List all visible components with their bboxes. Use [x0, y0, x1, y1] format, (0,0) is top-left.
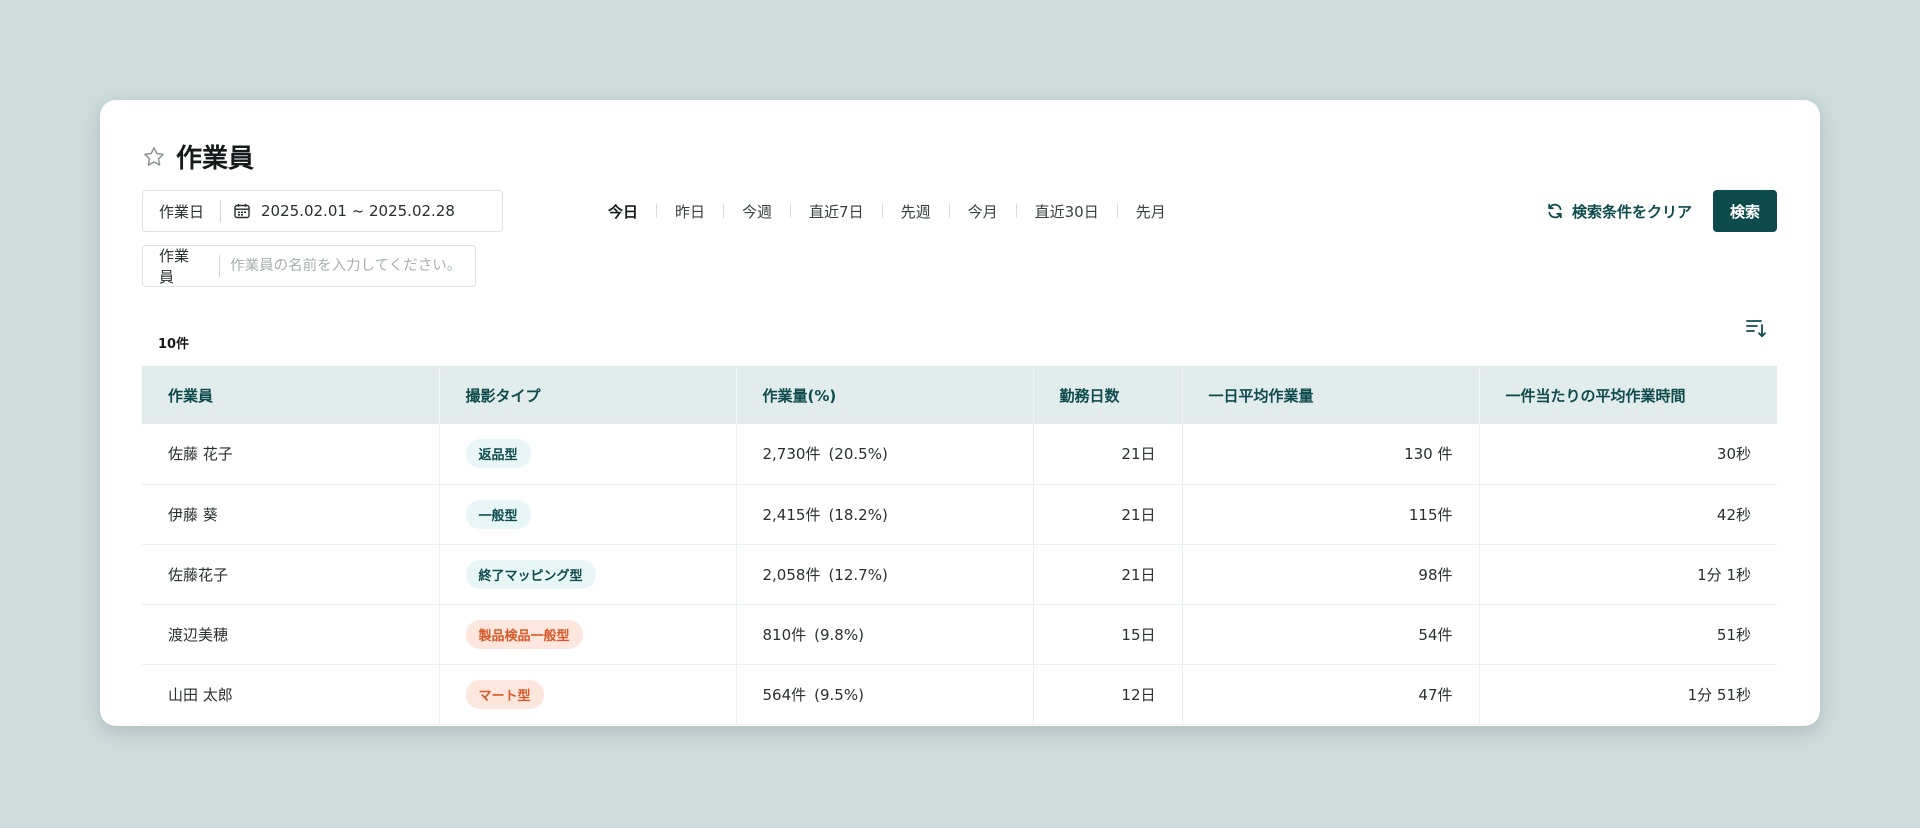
work-volume-value: 564件 [762, 685, 807, 704]
date-filter-label: 作業日 [159, 202, 205, 221]
cell-daily-average: 130 件 [1182, 424, 1480, 485]
cell-work-volume: 2,730件 (20.5%) [736, 424, 1034, 485]
work-volume-percent: (18.2%) [828, 505, 888, 524]
cell-work-days: 12日 [1033, 664, 1183, 725]
worker-filter-label: 作業員 [159, 247, 190, 286]
date-filter[interactable]: 作業日 2025.02.01 ~ 2025.02.28 [142, 190, 503, 232]
cell-work-days: 15日 [1033, 604, 1183, 665]
cell-capture-type: 一般型 [439, 484, 737, 545]
clear-filters-button[interactable]: 検索条件をクリア [1546, 190, 1692, 232]
cell-capture-type: 終了マッピング型 [439, 544, 737, 605]
cell-work-days: 21日 [1033, 424, 1183, 485]
date-range-value[interactable]: 2025.02.01 ~ 2025.02.28 [261, 202, 455, 220]
workers-panel: 作業員 作業日 2025.02.01 ~ 2025.02.28 今日 昨日 今週… [100, 100, 1820, 726]
cell-average-time: 51秒 [1479, 604, 1777, 665]
worker-name-input[interactable] [230, 258, 475, 274]
range-this-week[interactable]: 今週 [724, 201, 790, 222]
cell-capture-type: 製品検品一般型 [439, 604, 737, 665]
cell-worker-name: 山田 太郎 [142, 664, 440, 725]
cell-daily-average: 115件 [1182, 484, 1480, 545]
work-volume-percent: (9.8%) [814, 625, 864, 644]
work-volume-value: 2,415件 [762, 505, 821, 524]
capture-type-badge: マート型 [465, 679, 544, 709]
cell-average-time: 1分 1秒 [1479, 544, 1777, 605]
range-last-30-days[interactable]: 直近30日 [1017, 201, 1117, 222]
work-volume-percent: (9.5%) [814, 685, 864, 704]
column-header-capture-type[interactable]: 撮影タイプ [439, 366, 737, 424]
title-row: 作業員 [142, 138, 254, 175]
cell-daily-average: 98件 [1182, 544, 1480, 605]
table-row[interactable]: 佐藤花子 終了マッピング型 2,058件 (12.7%) 21日 98件 1分 1… [142, 544, 1777, 605]
column-header-average-time[interactable]: 一件当たりの平均作業時間 [1479, 366, 1777, 424]
range-last-month[interactable]: 先月 [1118, 201, 1184, 222]
capture-type-badge: 一般型 [465, 499, 531, 529]
work-volume-value: 2,058件 [762, 565, 821, 584]
result-count: 10件 [158, 337, 190, 352]
cell-daily-average: 47件 [1182, 664, 1480, 725]
cell-average-time: 42秒 [1479, 484, 1777, 545]
table-row[interactable]: 佐藤 花子 返品型 2,730件 (20.5%) 21日 130 件 30秒 [142, 424, 1777, 485]
cell-capture-type: マート型 [439, 664, 737, 725]
cell-work-days: 21日 [1033, 484, 1183, 545]
capture-type-badge: 製品検品一般型 [465, 619, 583, 649]
cell-worker-name: 渡辺美穂 [142, 604, 440, 665]
cell-average-time: 30秒 [1479, 424, 1777, 485]
table-header-row: 作業員 撮影タイプ 作業量(%) 勤務日数 一日平均作業量 一件当たりの平均作業… [142, 366, 1777, 424]
range-yesterday[interactable]: 昨日 [657, 201, 723, 222]
page-title: 作業員 [176, 144, 255, 174]
search-button[interactable]: 検索 [1713, 190, 1777, 232]
cell-work-volume: 2,058件 (12.7%) [736, 544, 1034, 605]
worker-filter: 作業員 [142, 245, 476, 287]
star-icon[interactable] [142, 145, 166, 169]
cell-work-volume: 810件 (9.8%) [736, 604, 1034, 665]
divider [220, 200, 222, 222]
refresh-icon [1546, 202, 1564, 220]
work-volume-percent: (20.5%) [828, 445, 888, 464]
cell-work-volume: 2,415件 (18.2%) [736, 484, 1034, 545]
range-this-month[interactable]: 今月 [950, 201, 1016, 222]
cell-worker-name: 佐藤 花子 [142, 424, 440, 485]
workers-table: 作業員 撮影タイプ 作業量(%) 勤務日数 一日平均作業量 一件当たりの平均作業… [142, 366, 1777, 725]
column-header-worker[interactable]: 作業員 [142, 366, 440, 424]
quick-range-selector: 今日 昨日 今週 直近7日 先週 今月 直近30日 先月 [608, 190, 1184, 232]
cell-capture-type: 返品型 [439, 424, 737, 485]
divider [219, 255, 221, 277]
table-row[interactable]: 渡辺美穂 製品検品一般型 810件 (9.8%) 15日 54件 51秒 [142, 604, 1777, 665]
sort-icon[interactable] [1744, 316, 1768, 340]
cell-average-time: 1分 51秒 [1479, 664, 1777, 725]
column-header-work-volume[interactable]: 作業量(%) [736, 366, 1034, 424]
range-last-week[interactable]: 先週 [883, 201, 949, 222]
cell-worker-name: 佐藤花子 [142, 544, 440, 605]
table-row[interactable]: 伊藤 葵 一般型 2,415件 (18.2%) 21日 115件 42秒 [142, 484, 1777, 545]
table-row[interactable]: 山田 太郎 マート型 564件 (9.5%) 12日 47件 1分 51秒 [142, 664, 1777, 725]
cell-work-days: 21日 [1033, 544, 1183, 605]
capture-type-badge: 終了マッピング型 [465, 559, 596, 589]
clear-filters-label: 検索条件をクリア [1572, 202, 1693, 221]
cell-work-volume: 564件 (9.5%) [736, 664, 1034, 725]
column-header-work-days[interactable]: 勤務日数 [1033, 366, 1183, 424]
work-volume-value: 2,730件 [762, 445, 821, 464]
range-last-7-days[interactable]: 直近7日 [791, 201, 882, 222]
work-volume-percent: (12.7%) [828, 565, 888, 584]
cell-worker-name: 伊藤 葵 [142, 484, 440, 545]
range-today[interactable]: 今日 [608, 201, 656, 222]
calendar-icon [233, 202, 251, 220]
column-header-daily-average[interactable]: 一日平均作業量 [1182, 366, 1480, 424]
cell-daily-average: 54件 [1182, 604, 1480, 665]
work-volume-value: 810件 [762, 625, 807, 644]
capture-type-badge: 返品型 [465, 439, 531, 469]
